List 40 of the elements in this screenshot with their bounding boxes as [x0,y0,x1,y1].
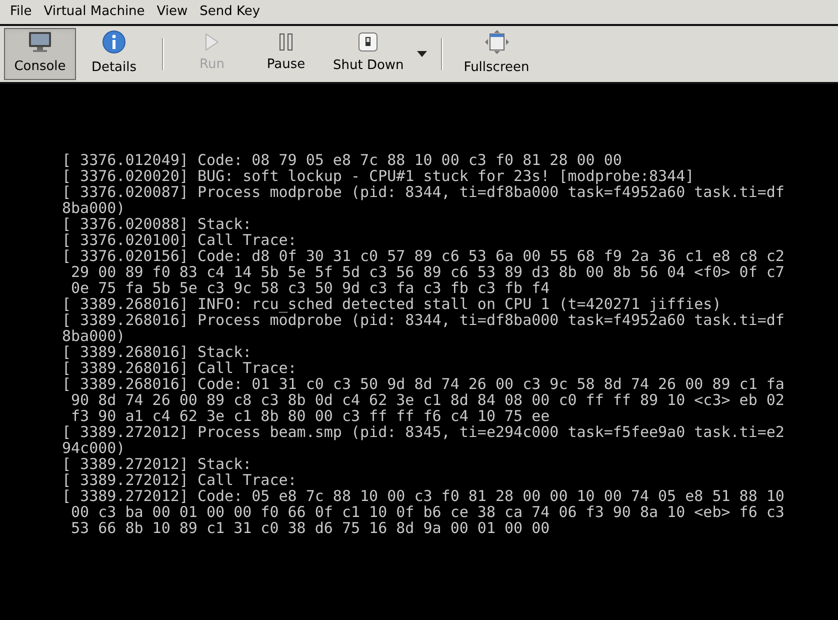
info-icon [102,30,126,54]
play-icon [204,33,220,52]
console-line: [ 3389.272012] Call Trace: [62,472,297,488]
switch-icon [358,32,378,52]
console-line: [ 3389.272012] Code: 05 e8 7c 88 10 00 c3 f0 81 28 00 00 10 00 74 05 e8 51 88 10 [62,488,784,504]
toolbar-button[interactable]: Shut Down [324,28,413,80]
console-line: 00 c3 ba 00 01 00 00 f0 66 0f c1 10 0f b6 ce 38 ca 74 06 f3 90 8a 10 <eb> f6 c3 [70,504,784,520]
toolbar-button[interactable]: Pause [250,28,322,80]
console-line: [ 3376.020100] Call Trace: [62,232,297,248]
fullscreen-icon [484,30,509,54]
menu-item[interactable]: View [150,2,194,22]
console-line: [ 3389.268016] Call Trace: [62,360,297,376]
console-line: 94c000) [62,440,126,456]
console-line: 8ba000) [62,328,126,344]
toolbar-button[interactable]: Fullscreen [454,28,538,80]
console-line: [ 3376.020156] Code: d8 0f 30 31 c0 57 89 c6 53 6a 00 55 68 f9 2a 36 c1 e8 c8 c2 [62,248,784,264]
pause-icon [278,33,294,52]
console-line: [ 3389.268016] Process modprobe (pid: 8344, ti=df8ba000 task=f4952a60 task.ti=df [62,312,784,328]
caret-icon [416,51,427,57]
monitor-icon [28,31,52,54]
toolbar-button[interactable]: Console [4,28,76,80]
console-line: [ 3389.268016] Code: 01 31 c0 c3 50 9d 8d 74 26 00 c3 9c 58 8d 74 26 00 89 c1 fa [62,376,784,392]
console-line: 53 66 8b 10 89 c1 31 c0 38 d6 75 16 8d 9a 00 01 00 00 [70,520,550,536]
console-line: [ 3376.012049] Code: 08 79 05 e8 7c 88 10 00 c3 f0 81 28 00 00 [62,152,622,168]
toolbar-button[interactable]: Details [78,28,150,80]
console-line: 0e 75 fa 5b 5e c3 9c 58 c3 50 9d c3 fa c3 fb c3 fb f4 [70,280,550,296]
menu-item[interactable]: Virtual Machine [38,2,151,22]
console-line: f3 90 a1 c4 62 3e c1 8b 80 00 c3 ff ff f6 c4 10 75 ee [70,408,550,424]
menu-item[interactable]: Send Key [194,2,266,22]
console-line: [ 3389.272012] Stack: [62,456,252,472]
console-line: [ 3376.020087] Process modprobe (pid: 8344, ti=df8ba000 task=f4952a60 task.ti=df [62,184,784,200]
console-line: [ 3389.268016] Stack: [62,344,252,360]
console-line: 29 00 89 f0 83 c4 14 5b 5e 5f 5d c3 56 89 c6 53 89 d3 8b 00 8b 56 04 <f0> 0f c7 [70,264,784,280]
menu-item[interactable]: File [4,2,38,22]
console-line: [ 3376.020020] BUG: soft lockup - CPU#1 stuck for 23s! [modprobe:8344] [62,168,694,184]
console-line: [ 3389.268016] INFO: rcu_sched detected stall on CPU 1 (t=420271 jiffies) [62,296,722,312]
console-line: [ 3389.272012] Process beam.smp (pid: 8345, ti=e294c000 task=f5fee9a0 task.ti=e2 [62,424,784,440]
console-line: [ 3376.020088] Stack: [62,216,252,232]
console-line: 8ba000) [62,200,126,216]
console-line: 90 8d 74 26 00 89 c8 c3 8b 0d c4 62 3e c1 8d 84 08 00 c0 ff ff 89 10 <c3> eb 02 [70,392,784,408]
